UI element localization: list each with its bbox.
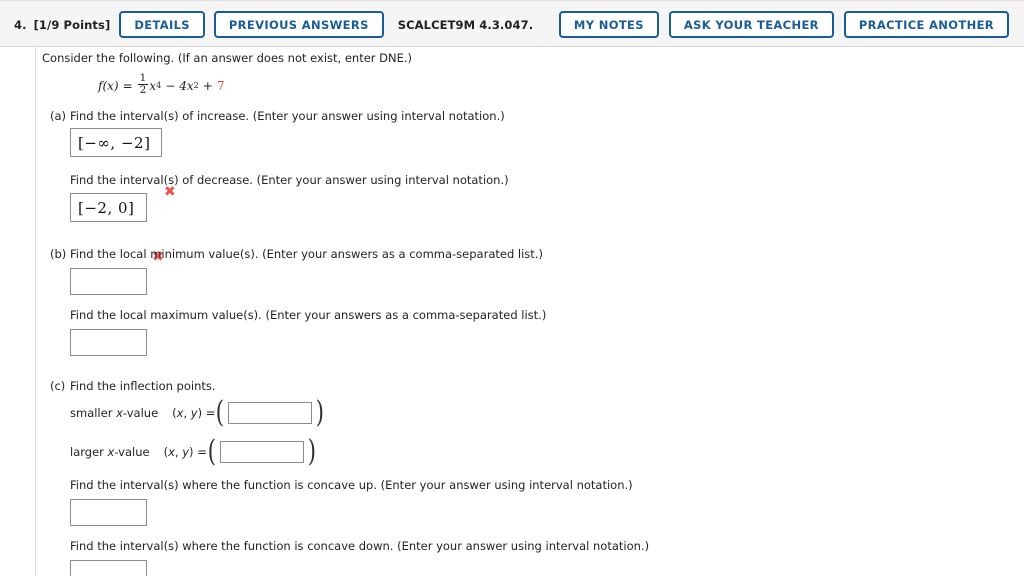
decrease-interval-input[interactable]: [−2, 0] [70,193,147,222]
increase-interval-value: [−∞, −2] [78,133,151,152]
equation-term1-base: x [149,78,157,93]
larger-close-paren: ) [307,434,316,469]
part-c-label: (c) [50,379,66,393]
fraction-numerator: 1 [139,72,147,84]
larger-xy-equals: (x, y) = [163,445,207,460]
question-content: Consider the following. (If an answer do… [0,47,1024,576]
concave-up-question: Find the interval(s) where the function … [70,478,633,492]
my-notes-button[interactable]: MY NOTES [558,11,659,38]
local-maximum-input[interactable] [70,329,147,356]
concave-down-question: Find the interval(s) where the function … [70,539,650,553]
part-b-local-min-question: Find the local minimum value(s). (Enter … [70,247,543,261]
part-a-increase-question: Find the interval(s) of increase. (Enter… [70,109,505,123]
smaller-x-value-row: smaller x-value (x, y) = ( ) [70,395,325,430]
increase-interval-input[interactable]: [−∞, −2] [70,128,162,157]
equation-constant: 7 [216,78,225,93]
increase-incorrect-icon: ✖ [164,184,176,200]
larger-inflection-point-input[interactable] [219,441,304,464]
header-right-group: MY NOTES ASK YOUR TEACHER PRACTICE ANOTH… [558,1,1009,48]
equation-equals: = [122,78,133,93]
smaller-open-paren: ( [216,395,225,430]
header-left-group: 4. [1/9 Points] DETAILS PREVIOUS ANSWERS… [14,1,533,48]
part-a-decrease-question: Find the interval(s) of decrease. (Enter… [70,173,509,187]
local-minimum-input[interactable] [70,268,147,295]
smaller-close-paren: ) [315,395,325,430]
equation-fraction: 1 2 [137,72,149,97]
question-number: 4. [14,17,27,32]
decrease-interval-value: [−2, 0] [78,198,135,217]
concave-down-input[interactable] [70,560,147,576]
equation-operator1: − [165,78,176,93]
smaller-xy-equals: (x, y) = [172,406,216,421]
equation-term2: 4x [179,78,194,93]
previous-answers-button[interactable]: PREVIOUS ANSWERS [213,11,384,38]
larger-x-value-label: larger x-value [70,445,150,460]
part-a-label: (a) [50,109,67,123]
points-badge: [1/9 Points] [33,17,111,32]
smaller-x-value-label: smaller x-value [70,406,159,421]
larger-open-paren: ( [207,434,216,469]
function-equation: f(x) = 1 2 x4 − 4x 2 + 7 [98,72,225,97]
fraction-denominator: 2 [139,84,147,97]
part-b-label: (b) [50,247,67,261]
assignment-code: SCALCET9M 4.3.047. [397,17,534,32]
equation-lhs: f(x) [98,78,119,93]
details-button[interactable]: DETAILS [119,11,205,38]
ask-your-teacher-button[interactable]: ASK YOUR TEACHER [668,11,834,38]
part-c-question: Find the inflection points. [70,379,216,393]
question-header-bar: 4. [1/9 Points] DETAILS PREVIOUS ANSWERS… [0,0,1024,47]
part-b-local-max-question: Find the local maximum value(s). (Enter … [70,308,547,322]
smaller-inflection-point-input[interactable] [228,402,313,425]
equation-operator2: + [202,78,213,93]
consider-the-following-prompt: Consider the following. (If an answer do… [42,51,413,65]
concave-up-input[interactable] [70,499,147,526]
larger-x-value-row: larger x-value (x, y) = ( ) [70,434,316,469]
practice-another-button[interactable]: PRACTICE ANOTHER [843,11,1009,38]
webassign-question-page: 4. [1/9 Points] DETAILS PREVIOUS ANSWERS… [0,0,1024,576]
